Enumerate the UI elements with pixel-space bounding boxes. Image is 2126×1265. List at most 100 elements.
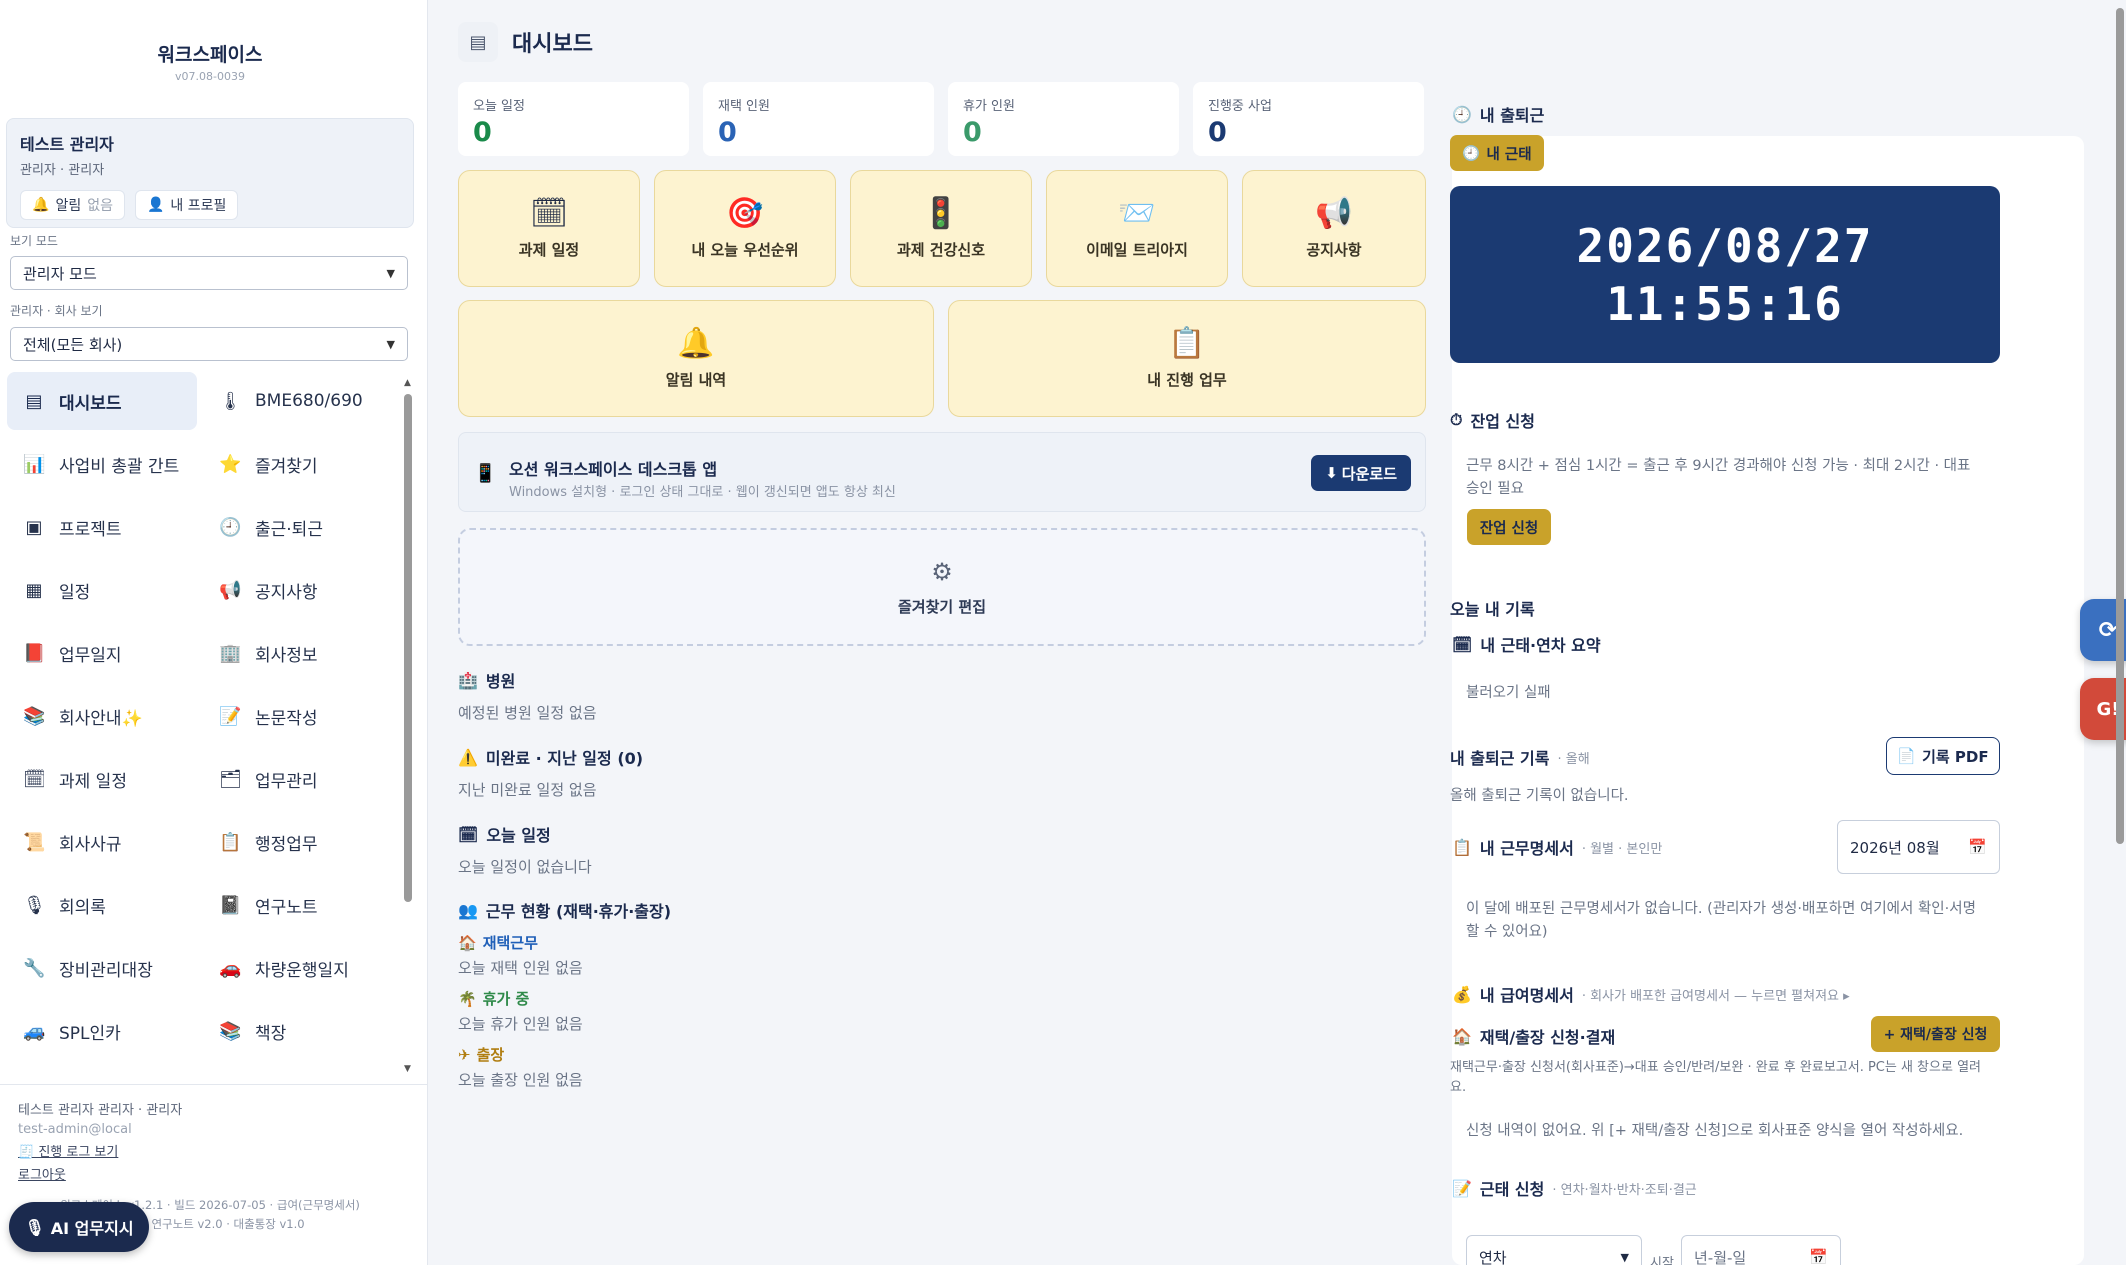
overtime-request-button[interactable]: 잔업 신청 bbox=[1467, 509, 1551, 545]
record-pdf-button[interactable]: 📄 기록 PDF bbox=[1886, 737, 2000, 775]
sidebar-item-spl-inca[interactable]: 🚙 SPL인카 bbox=[7, 1002, 197, 1060]
folder-icon: 🗂 bbox=[219, 768, 242, 790]
edit-favorites-button[interactable]: ⚙ 즐겨찾기 편집 bbox=[458, 528, 1426, 646]
wrench-icon: 🔧 bbox=[23, 957, 46, 979]
statement-month-input[interactable]: 2026년 08월 📅 bbox=[1837, 820, 2000, 874]
sidebar-item-company-rules[interactable]: 📜 회사사규 bbox=[7, 813, 197, 871]
tile-task-schedule[interactable]: 🗓 과제 일정 bbox=[458, 170, 640, 287]
timer-icon: ⏱ bbox=[1450, 410, 1463, 429]
logout-link[interactable]: 로그아웃 bbox=[18, 1164, 410, 1183]
tile-alert-history[interactable]: 🔔 알림 내역 bbox=[458, 300, 934, 417]
payslip-title[interactable]: 💰 내 급여명세서 · 회사가 배포한 급여명세서 — 누르면 펼쳐져요 ▸ bbox=[1452, 982, 1850, 1006]
building-icon: 🏢 bbox=[219, 642, 242, 664]
tile-today-priority[interactable]: 🎯 내 오늘 우선순위 bbox=[654, 170, 836, 287]
brand-title: 워크스페이스 bbox=[157, 44, 263, 66]
books-icon: 📚 bbox=[23, 705, 46, 727]
stat-remote-count: 재택 인원 0 bbox=[703, 82, 934, 156]
envelope-icon: 📨 bbox=[1118, 196, 1156, 231]
palm-tree-icon: 🌴 bbox=[458, 989, 477, 1008]
calendar-icon: 🗓 bbox=[23, 768, 46, 790]
sidebar: 워크스페이스 v07.08-0039 테스트 관리자 관리자 · 관리자 🔔 알… bbox=[0, 0, 428, 1265]
stat-vacation-count: 휴가 인원 0 bbox=[948, 82, 1179, 156]
sidebar-footer: 테스트 관리자 관리자 · 관리자 test-admin@local 🧾 진행 … bbox=[0, 1084, 428, 1197]
sidebar-item-task-management[interactable]: 🗂 업무관리 bbox=[203, 750, 393, 808]
my-profile-chip[interactable]: 👤 내 프로필 bbox=[134, 190, 239, 220]
grid-icon: ▦ bbox=[25, 579, 43, 601]
page-title: 대시보드 bbox=[512, 32, 593, 57]
summary-error: 불러오기 실패 bbox=[1466, 685, 1551, 701]
gear-icon: ⚙ bbox=[931, 557, 953, 586]
clipboard-icon: 📋 bbox=[219, 831, 242, 853]
calendar-icon: 🗓 bbox=[458, 824, 479, 844]
project-icon: ▣ bbox=[25, 516, 43, 538]
sidebar-item-notices[interactable]: 📢 공지사항 bbox=[203, 561, 393, 619]
company-view-select[interactable]: 전체(모든 회사) ▼ bbox=[10, 327, 408, 361]
sidebar-item-admin-work[interactable]: 📋 행정업무 bbox=[203, 813, 393, 871]
memo-icon: 📝 bbox=[219, 705, 242, 727]
phone-icon: 📱 bbox=[474, 463, 497, 484]
tile-task-health[interactable]: 🚦 과제 건강신호 bbox=[850, 170, 1032, 287]
scrollbar-thumb[interactable] bbox=[404, 394, 412, 902]
sidebar-item-research-notes[interactable]: 📓 연구노트 bbox=[203, 876, 393, 934]
user-name: 테스트 관리자 bbox=[20, 135, 114, 154]
person-icon: 👤 bbox=[146, 197, 165, 213]
sidebar-item-company-guide[interactable]: 📚 회사안내✨ bbox=[7, 687, 197, 745]
remote-trip-description: 재택근무·출장 신청서(회사표준)→대표 승인/반려/보완 · 완료 후 완료보… bbox=[1450, 1060, 1981, 1095]
remote-trip-empty: 신청 내역이 없어요. 위 [+ 재택/출장 신청]으로 회사표준 양식을 열어… bbox=[1466, 1123, 1964, 1139]
sidebar-item-vehicle-log[interactable]: 🚗 차량운행일지 bbox=[203, 939, 393, 997]
view-mode-select[interactable]: 관리자 모드 ▼ bbox=[10, 256, 408, 290]
sidebar-item-favorites[interactable]: ⭐ 즐겨찾기 bbox=[203, 435, 393, 493]
tile-notices[interactable]: 📢 공지사항 bbox=[1242, 170, 1426, 287]
user-card: 테스트 관리자 관리자 · 관리자 🔔 알림 없음 👤 내 프로필 bbox=[6, 118, 414, 228]
ai-task-button[interactable]: 🎙 AI 업무지시 bbox=[9, 1202, 149, 1252]
megaphone-icon: 📢 bbox=[1315, 196, 1353, 231]
thermometer-icon: 🌡 bbox=[219, 390, 242, 412]
user-role: 관리자 · 관리자 bbox=[20, 163, 105, 178]
scroll-down-icon[interactable]: ▼ bbox=[404, 1064, 411, 1074]
bell-icon: 🔔 bbox=[32, 197, 50, 213]
sidebar-item-budget-gantt[interactable]: 📊 사업비 총괄 간트 bbox=[7, 435, 197, 493]
sidebar-item-paper-writing[interactable]: 📝 논문작성 bbox=[203, 687, 393, 745]
dashboard-icon: ▤ bbox=[458, 22, 498, 62]
commute-log-empty: 올해 출퇴근 기록이 없습니다. bbox=[1450, 788, 1629, 804]
desktop-app-banner: 📱 오션 워크스페이스 데스크톱 앱 Windows 설치형 · 로그인 상태 … bbox=[458, 432, 1426, 512]
sidebar-item-projects[interactable]: ▣ 프로젝트 bbox=[7, 498, 197, 556]
leave-start-label: 시작 bbox=[1650, 1256, 1674, 1265]
clock-icon: 🕘 bbox=[1462, 145, 1481, 162]
today-record-title: 오늘 내 기록 bbox=[1450, 600, 1535, 619]
bell-icon: 🔔 bbox=[677, 326, 715, 361]
leave-type-select[interactable]: 연차 ▼ bbox=[1466, 1235, 1642, 1265]
sidebar-scrollbar[interactable]: ▲ ▼ bbox=[404, 378, 412, 1078]
clipboard-icon: 📋 bbox=[1168, 326, 1206, 361]
microphone-icon: 🎙 bbox=[23, 894, 46, 916]
sidebar-item-dashboard[interactable]: ▤ 대시보드 bbox=[7, 372, 197, 430]
calendar-icon: 📅 bbox=[1968, 838, 1987, 856]
money-bag-icon: 💰 bbox=[1452, 984, 1472, 1004]
house-icon: 🏠 bbox=[1452, 1026, 1472, 1046]
sidebar-item-minutes[interactable]: 🎙 회의록 bbox=[7, 876, 197, 934]
page-scrollbar[interactable] bbox=[2116, 8, 2124, 844]
scroll-up-icon[interactable]: ▲ bbox=[404, 378, 411, 388]
sidebar-item-bookshelf[interactable]: 📚 책장 bbox=[203, 1002, 393, 1060]
clock-time: 11:55:16 bbox=[1606, 276, 1844, 331]
sidebar-item-commute[interactable]: 🕘 출근·퇴근 bbox=[203, 498, 393, 556]
activity-log-link[interactable]: 🧾 진행 로그 보기 bbox=[18, 1141, 410, 1160]
download-button[interactable]: ⬇ 다운로드 bbox=[1311, 455, 1411, 491]
sidebar-item-schedule[interactable]: ▦ 일정 bbox=[7, 561, 197, 619]
live-clock: 2026/08/27 11:55:16 bbox=[1450, 186, 2000, 363]
sidebar-item-work-log[interactable]: 📕 업무일지 bbox=[7, 624, 197, 682]
sidebar-item-task-schedule[interactable]: 🗓 과제 일정 bbox=[7, 750, 197, 808]
leave-start-date-input[interactable]: 년-월-일 📅 bbox=[1681, 1235, 1841, 1265]
app-banner-title: 오션 워크스페이스 데스크톱 앱 bbox=[509, 460, 718, 479]
footer-user: 테스트 관리자 관리자 · 관리자 bbox=[18, 1103, 183, 1118]
tile-my-tasks[interactable]: 📋 내 진행 업무 bbox=[948, 300, 1426, 417]
sidebar-item-company-info[interactable]: 🏢 회사정보 bbox=[203, 624, 393, 682]
sidebar-item-equipment[interactable]: 🔧 장비관리대장 bbox=[7, 939, 197, 997]
sidebar-item-bme680[interactable]: 🌡 BME680/690 bbox=[203, 372, 393, 430]
my-attendance-button[interactable]: 🕘 내 근태 bbox=[1450, 135, 1544, 171]
megaphone-icon: 📢 bbox=[219, 579, 242, 601]
book-icon: 📕 bbox=[23, 642, 46, 664]
remote-trip-request-button[interactable]: + 재택/출장 신청 bbox=[1871, 1016, 2000, 1052]
alerts-chip[interactable]: 🔔 알림 없음 bbox=[20, 190, 125, 220]
tile-email-triage[interactable]: 📨 이메일 트리아지 bbox=[1046, 170, 1228, 287]
